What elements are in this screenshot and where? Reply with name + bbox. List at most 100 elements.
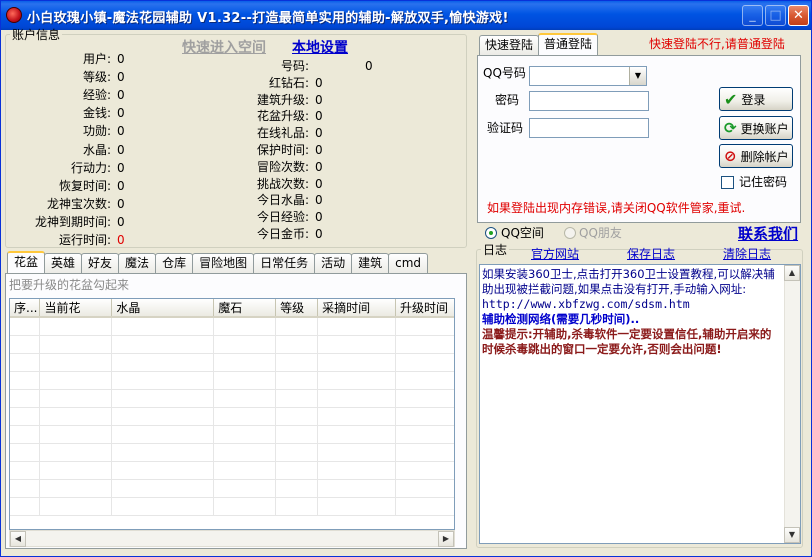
minimize-button[interactable]: _	[742, 5, 763, 26]
main-tab[interactable]: 活动	[314, 253, 353, 273]
table-row	[10, 317, 454, 336]
tab-quick-login[interactable]: 快速登陆	[479, 35, 540, 55]
switch-account-button[interactable]: ⟳ 更换账户	[719, 116, 793, 140]
main-tab[interactable]: 冒险地图	[192, 253, 255, 273]
radio-dot-icon	[489, 231, 493, 235]
save-log-link[interactable]: 保存日志	[627, 246, 675, 262]
chevron-down-icon[interactable]: ▼	[629, 67, 646, 85]
field-value: 0	[365, 59, 373, 73]
table-cell	[111, 317, 215, 336]
main-tab[interactable]: 好友	[81, 253, 120, 273]
table-cell	[395, 425, 454, 444]
table-cell	[39, 371, 113, 390]
log-legend: 日志	[483, 243, 508, 257]
table-row	[10, 407, 454, 426]
table-cell	[275, 425, 319, 444]
main-tab[interactable]: 花盆	[7, 251, 46, 273]
field-value: 0	[315, 75, 323, 90]
table-cell	[275, 479, 319, 498]
column-header[interactable]: 采摘时间	[317, 299, 397, 318]
scroll-left-icon[interactable]: ◀	[10, 531, 26, 547]
field-label: 红钻石:	[268, 75, 309, 90]
table-cell	[10, 443, 41, 462]
scroll-up-icon[interactable]: ▲	[784, 265, 800, 281]
field-label: 今日金币:	[256, 227, 309, 241]
account-info-legend: 账户信息	[12, 28, 61, 42]
main-tab[interactable]: 仓库	[155, 253, 194, 273]
table-cell	[10, 335, 41, 354]
column-header[interactable]: 等级	[275, 299, 319, 318]
field-label: 花盆升级:	[256, 109, 309, 124]
tab-normal-login[interactable]: 普通登陆	[538, 33, 599, 55]
main-tab[interactable]: 日常任务	[253, 253, 316, 273]
password-field[interactable]	[529, 91, 649, 111]
table-cell	[213, 425, 277, 444]
column-header[interactable]: 当前花	[39, 299, 113, 318]
close-button[interactable]: ✕	[788, 5, 809, 26]
field-value: 0	[315, 227, 323, 241]
log-line: 温馨提示:开辅助,杀毒软件一定要设置信任,辅助开启来的时候杀毒跳出的窗口一定要允…	[482, 327, 772, 356]
table-cell	[39, 353, 113, 372]
table-row	[10, 443, 454, 462]
field-value: 0	[315, 109, 323, 124]
table-row	[10, 371, 454, 390]
table-cell	[213, 389, 277, 408]
field-label: 建筑升级:	[256, 92, 309, 107]
table-cell	[39, 461, 113, 480]
field-value: 0	[315, 210, 323, 225]
field-label: 今日水晶:	[256, 193, 309, 208]
table-cell	[111, 479, 215, 498]
maximize-button[interactable]: □	[765, 5, 786, 26]
main-tab[interactable]: 魔法	[118, 253, 157, 273]
pengyou-radio[interactable]	[564, 227, 576, 239]
table-cell	[213, 317, 277, 336]
table-cell	[275, 389, 319, 408]
official-site-link[interactable]: 官方网站	[531, 246, 579, 262]
flowerpot-list[interactable]: 序... 当前花 水晶 魔石 等级 采摘时间 升级时间	[9, 298, 455, 530]
main-tab[interactable]: cmd	[388, 253, 429, 273]
delete-account-button[interactable]: ⊘ 删除帐户	[719, 144, 793, 168]
field-label: 龙神到期时间:	[34, 214, 111, 229]
table-cell	[395, 497, 454, 516]
column-header[interactable]: 魔石	[213, 299, 277, 318]
field-value: 0	[315, 92, 323, 107]
table-cell	[10, 407, 41, 426]
column-header[interactable]: 升级时间	[395, 299, 454, 318]
table-cell	[213, 479, 277, 498]
log-line: 辅助检测网络(需要几秒时间)..	[482, 312, 640, 326]
main-tab[interactable]: 建筑	[351, 253, 390, 273]
login-button-label: 登录	[741, 92, 766, 107]
qzone-radio[interactable]	[485, 227, 497, 239]
remember-password-checkbox[interactable]	[721, 176, 734, 189]
table-cell	[39, 407, 113, 426]
scroll-down-icon[interactable]: ▼	[784, 527, 800, 543]
quick-enter-space-link[interactable]: 快速进入空间	[182, 37, 266, 57]
field-label: 用户:	[82, 52, 111, 66]
scroll-right-icon[interactable]: ▶	[438, 531, 454, 547]
table-cell	[317, 497, 397, 516]
table-cell	[39, 389, 113, 408]
column-header[interactable]: 序...	[10, 299, 41, 318]
captcha-field[interactable]	[529, 118, 649, 138]
log-textbox[interactable]: 如果安装360卫士,点击打开360卫士设置教程,可以解决辅助出现被拦截问题,如果…	[479, 264, 801, 544]
clear-log-link[interactable]: 清除日志	[723, 246, 771, 262]
table-cell	[275, 353, 319, 372]
table-cell	[39, 497, 113, 516]
qq-number-select[interactable]: ▼	[529, 66, 647, 86]
local-settings-link[interactable]: 本地设置	[292, 37, 348, 57]
table-cell	[111, 443, 215, 462]
column-header[interactable]: 水晶	[111, 299, 215, 318]
main-tab[interactable]: 英雄	[44, 253, 83, 273]
field-value: 0	[315, 159, 323, 174]
field-label: 在线礼品:	[256, 126, 309, 141]
login-button[interactable]: ✔ 登录	[719, 87, 793, 111]
field-label: 冒险次数:	[256, 159, 309, 174]
field-value: 0	[117, 160, 125, 175]
no-entry-icon: ⊘	[724, 147, 737, 165]
log-scrollbar[interactable]: ▲ ▼	[784, 265, 800, 543]
flowerpot-hscrollbar[interactable]: ◀ ▶	[9, 530, 455, 547]
table-cell	[395, 479, 454, 498]
table-cell	[111, 497, 215, 516]
captcha-label: 验证码	[487, 121, 524, 135]
table-cell	[10, 479, 41, 498]
